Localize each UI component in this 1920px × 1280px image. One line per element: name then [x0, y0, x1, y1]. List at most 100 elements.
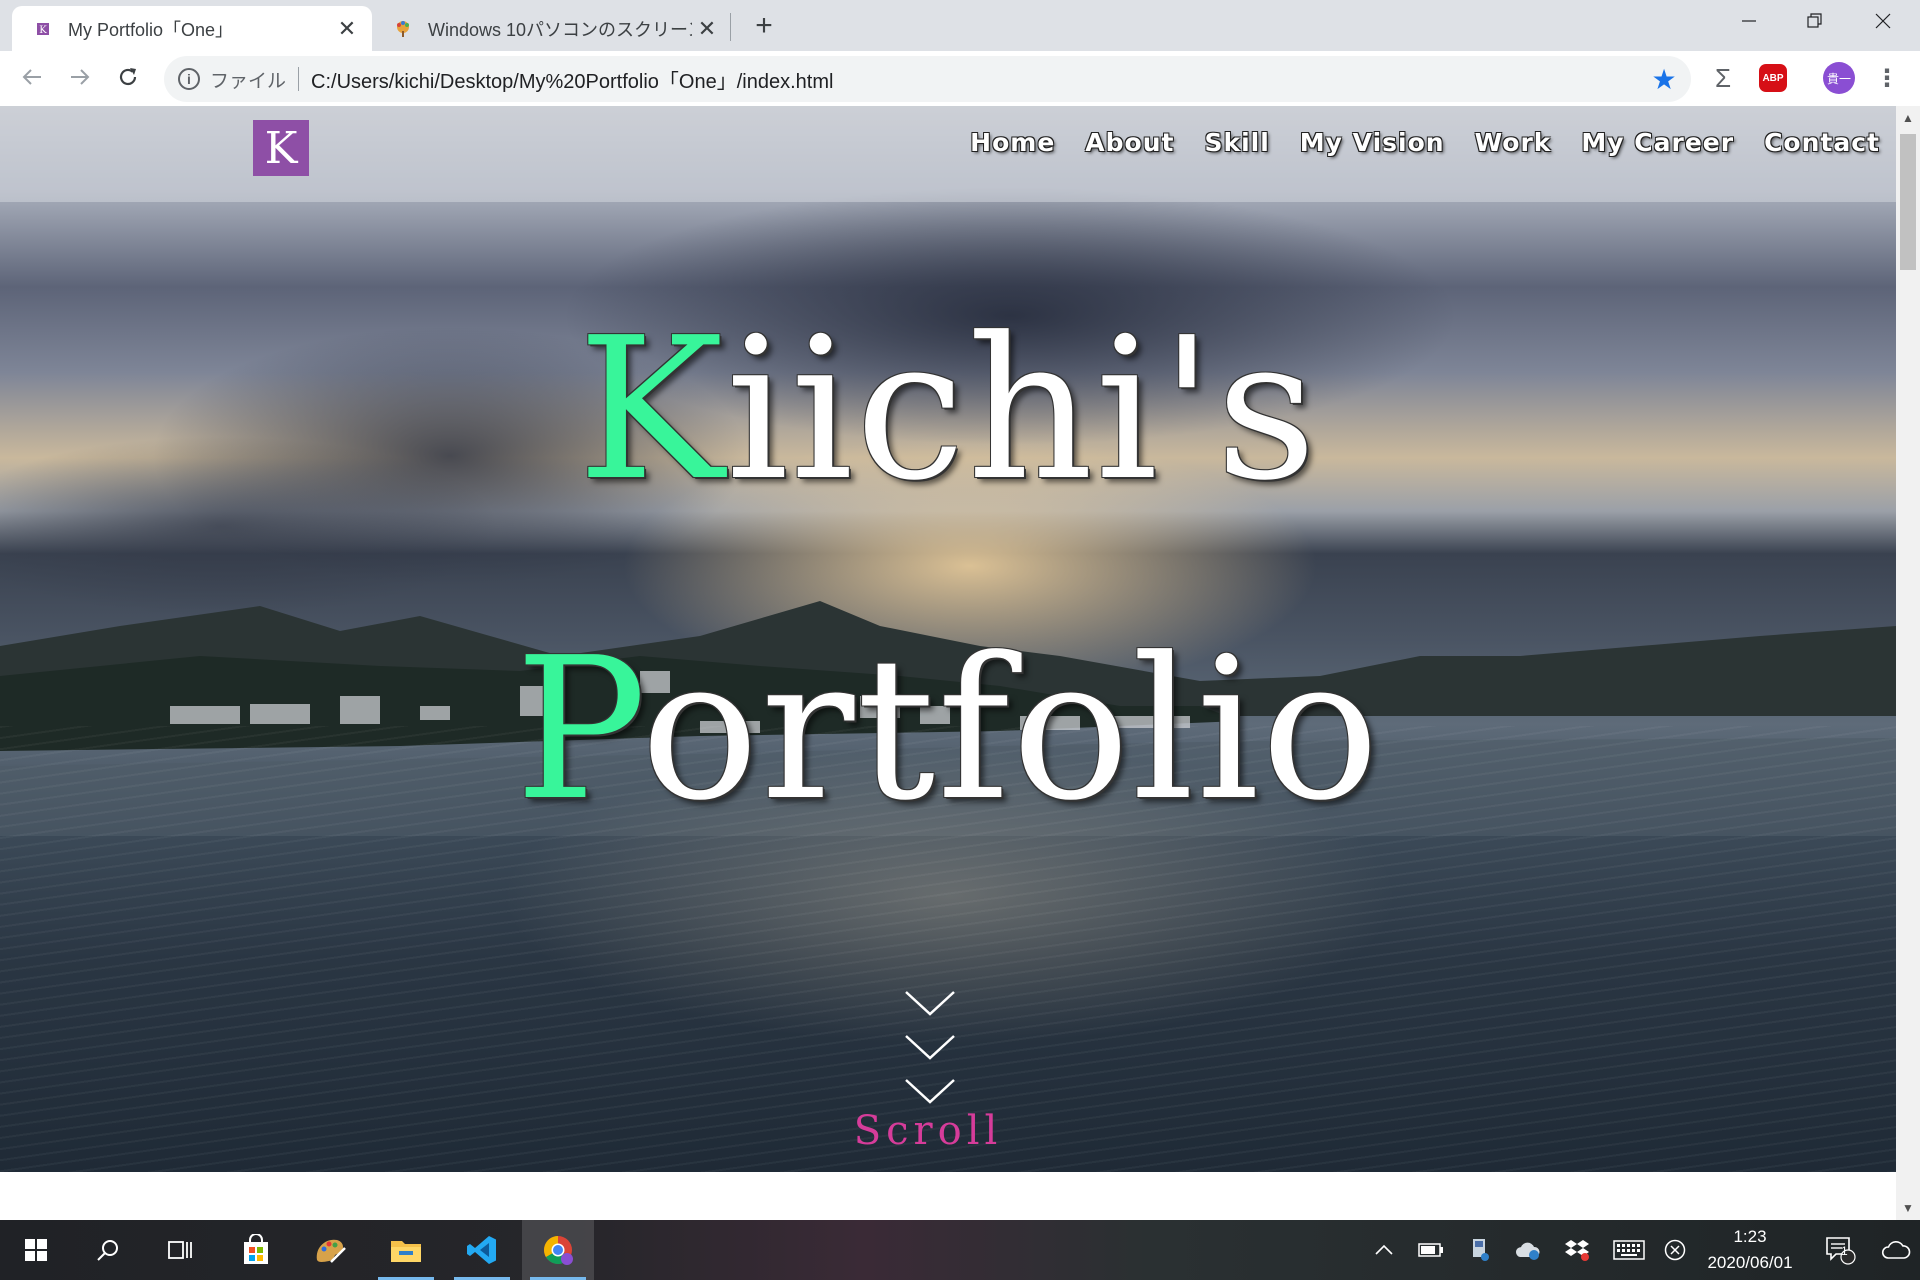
mute-icon [1664, 1239, 1686, 1261]
scroll-up-arrow-icon[interactable]: ▲ [1896, 106, 1920, 130]
minimize-icon [1742, 20, 1756, 22]
page-scrollbar[interactable]: ▲ ▼ [1896, 106, 1920, 1220]
scroll-label[interactable]: Scroll [0, 1108, 1856, 1154]
back-button[interactable] [14, 59, 50, 95]
profile-avatar[interactable]: 貴一 [1822, 61, 1856, 95]
hero-title-text: iichi's [725, 296, 1319, 524]
svg-text:K: K [39, 25, 47, 36]
abp-badge: ABP [1759, 64, 1787, 92]
taskbar-microsoft-store[interactable] [220, 1220, 292, 1280]
back-arrow-icon [22, 69, 41, 85]
new-tab-button[interactable]: + [748, 9, 780, 42]
nav-link-contact[interactable]: Contact [1764, 128, 1880, 157]
omnibox-divider [298, 67, 300, 91]
tree-icon [397, 20, 409, 37]
taskbar-clock[interactable]: 1:23 2020/06/01 [1690, 1220, 1810, 1280]
store-icon [244, 1234, 268, 1264]
dropbox-status[interactable] [1560, 1220, 1594, 1280]
nav-link-home[interactable]: Home [970, 128, 1055, 157]
bookmark-star-icon[interactable]: ★ [1647, 62, 1681, 96]
address-bar[interactable]: i ファイル C:/Users/kichi/Desktop/My%20Portf… [164, 56, 1691, 102]
nav-link-my-vision[interactable]: My Vision [1300, 128, 1445, 157]
chrome-icon [544, 1236, 573, 1265]
browser-menu-icon[interactable]: ⋮ [1870, 61, 1904, 95]
browser-toolbar: i ファイル C:/Users/kichi/Desktop/My%20Portf… [0, 51, 1920, 106]
page-viewport: K Home About Skill My Vision Work My Car… [0, 106, 1896, 1220]
folder-icon [391, 1241, 421, 1262]
keyboard-icon [1613, 1240, 1645, 1260]
notification-count: 1 [1841, 1244, 1848, 1258]
clock-time: 1:23 [1733, 1227, 1767, 1246]
close-tab-icon[interactable]: ✕ [332, 14, 362, 44]
action-center-button[interactable]: 1 [1818, 1220, 1862, 1280]
notification-icon [1826, 1237, 1856, 1265]
battery-icon [1418, 1243, 1443, 1257]
onedrive-sync[interactable] [1510, 1220, 1546, 1280]
tab-my-portfolio[interactable]: K My Portfolio「One」 ✕ [12, 6, 372, 51]
tab-title: Windows 10パソコンのスクリーンショ [428, 19, 692, 40]
site-header: K Home About Skill My Vision Work My Car… [0, 106, 1896, 202]
cloud-sync-icon [1515, 1242, 1540, 1260]
windows-taskbar: 1:23 2020/06/01 1 [0, 1220, 1920, 1280]
nav-link-my-career[interactable]: My Career [1581, 128, 1734, 157]
url-text[interactable]: C:/Users/kichi/Desktop/My%20Portfolio「On… [311, 65, 1647, 94]
paint-icon [316, 1239, 346, 1263]
cloud-icon [1881, 1241, 1911, 1259]
scrollbar-thumb[interactable] [1900, 134, 1916, 270]
taskbar-chrome[interactable] [522, 1220, 594, 1280]
search-button[interactable] [72, 1220, 144, 1280]
vscode-icon [467, 1236, 496, 1264]
info-icon[interactable]: i [178, 68, 200, 90]
task-view-button[interactable] [144, 1220, 216, 1280]
forward-arrow-icon [71, 69, 90, 85]
forward-button[interactable] [62, 59, 98, 95]
chevron-up-icon [1375, 1244, 1393, 1255]
close-window-button[interactable] [1850, 0, 1916, 42]
avatar-label: 貴一 [1823, 62, 1855, 94]
close-icon [1875, 13, 1891, 29]
close-tab-icon[interactable]: ✕ [692, 14, 722, 44]
touch-keyboard-button[interactable] [1608, 1220, 1650, 1280]
scroll-chevrons-icon[interactable] [902, 986, 958, 1106]
task-view-icon [168, 1241, 192, 1259]
adblock-plus-icon[interactable]: ABP [1756, 61, 1790, 95]
restore-button[interactable] [1782, 0, 1848, 42]
taskbar-vscode[interactable] [446, 1220, 518, 1280]
hero-title-line-1: Kiichi's [0, 296, 1896, 524]
battery-status[interactable] [1414, 1220, 1448, 1280]
site-logo[interactable]: K [253, 120, 309, 176]
hero-section: K Home About Skill My Vision Work My Car… [0, 106, 1896, 1172]
sound-muted-status[interactable] [1660, 1220, 1690, 1280]
reload-button[interactable] [110, 59, 146, 95]
tab-separator [730, 13, 731, 41]
weather-cloud-button[interactable] [1874, 1220, 1918, 1280]
hero-accent-letter: K [577, 296, 726, 524]
tab-strip: K My Portfolio「One」 ✕ Windows 10パソコンのスクリ… [0, 0, 1920, 51]
nav-link-skill[interactable]: Skill [1204, 128, 1269, 157]
network-adapter-icon [1473, 1239, 1489, 1261]
dropbox-icon [1565, 1240, 1589, 1261]
windows-logo-icon [25, 1239, 47, 1261]
nav-link-work[interactable]: Work [1475, 128, 1552, 157]
reload-icon [119, 68, 137, 86]
start-button[interactable] [0, 1220, 72, 1280]
taskbar-file-explorer[interactable] [370, 1220, 442, 1280]
site-nav: Home About Skill My Vision Work My Caree… [940, 128, 1880, 157]
hero-title-line-2: Portfolio [0, 616, 1896, 844]
minimize-button[interactable] [1716, 0, 1782, 42]
tab-windows-screenshot[interactable]: Windows 10パソコンのスクリーンショ ✕ [372, 6, 732, 51]
sigma-extension-icon[interactable]: Σ [1706, 61, 1740, 95]
restore-icon [1807, 13, 1822, 28]
scroll-down-arrow-icon[interactable]: ▼ [1896, 1196, 1920, 1220]
network-status[interactable] [1462, 1220, 1496, 1280]
tab-title: My Portfolio「One」 [68, 19, 234, 40]
hero-title-text: ortfolio [640, 616, 1382, 844]
show-hidden-icons-button[interactable] [1368, 1220, 1400, 1280]
k-logo-icon: K [37, 22, 49, 36]
file-scheme-label: ファイル [210, 70, 287, 92]
taskbar-paint-app[interactable] [294, 1220, 366, 1280]
search-icon [97, 1240, 118, 1261]
hero-accent-letter: P [514, 616, 641, 844]
clock-date: 2020/06/01 [1707, 1253, 1793, 1272]
nav-link-about[interactable]: About [1085, 128, 1174, 157]
